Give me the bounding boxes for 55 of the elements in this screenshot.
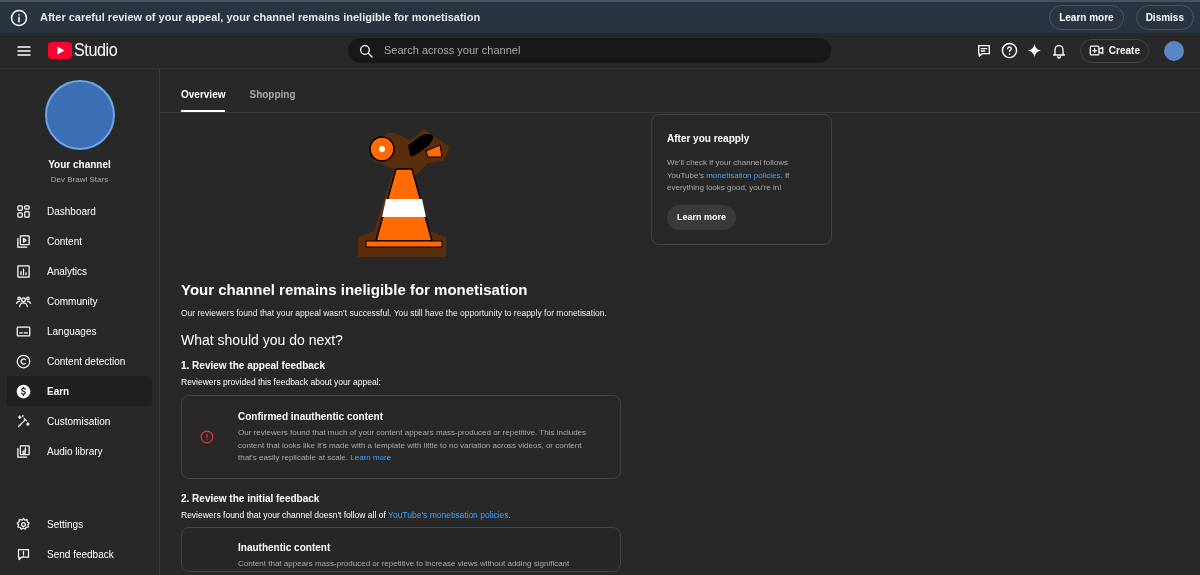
sidebar-item[interactable]: Community bbox=[7, 286, 152, 316]
sidebar-item[interactable]: Analytics bbox=[7, 256, 152, 286]
play-logo-icon bbox=[48, 42, 72, 59]
banner-message: After careful review of your appeal, your channel remains ineligible for monetisation bbox=[40, 10, 482, 26]
sidebar-item[interactable]: Send feedback bbox=[7, 539, 152, 569]
tab[interactable]: Overview bbox=[181, 87, 226, 112]
alert-icon bbox=[200, 429, 214, 444]
card-text: We'll check if your channel follows YouTube's monetisation policies. If everything looks good, you're in! bbox=[667, 157, 791, 194]
video-plus-icon bbox=[1088, 43, 1104, 58]
info-icon bbox=[10, 8, 28, 27]
dollar-icon bbox=[16, 383, 31, 399]
sidebar-item[interactable]: Audio library bbox=[7, 436, 152, 466]
channel-name: Dev Brawl Stars bbox=[50, 174, 109, 186]
policies-link[interactable]: YouTube's monetisation policies bbox=[388, 509, 509, 520]
card-title: Confirmed inauthentic content bbox=[238, 410, 384, 424]
sidebar-item[interactable]: Customisation bbox=[7, 406, 152, 436]
search-bar[interactable]: Search across your channel bbox=[348, 38, 831, 63]
search-field[interactable]: Search across your channel bbox=[384, 42, 821, 59]
section-heading: What should you do next? bbox=[181, 331, 344, 351]
card-title: Inauthentic content bbox=[238, 541, 332, 556]
sparkle-icon[interactable] bbox=[1026, 43, 1042, 58]
card-title: After you reapply bbox=[667, 132, 751, 146]
page-subtitle: Our reviewers found that your appeal wasn't successful. You still have the opportunity to reapply for monetisation. bbox=[181, 306, 608, 320]
sidebar-item[interactable]: Languages bbox=[7, 316, 152, 346]
avatar[interactable] bbox=[1164, 40, 1184, 61]
learn-more-button[interactable]: Learn more bbox=[667, 204, 737, 230]
subtitles-icon bbox=[16, 323, 31, 339]
feedback-icon[interactable] bbox=[975, 42, 992, 59]
tab[interactable]: Shopping bbox=[249, 87, 296, 112]
video-library-icon bbox=[16, 233, 31, 249]
sidebar-item[interactable]: Content bbox=[7, 226, 152, 256]
card-text: Content that appears mass-produced or repetitive to increase views without adding significant bbox=[238, 558, 571, 571]
step-heading: 2. Review the initial feedback bbox=[181, 491, 321, 506]
channel-title: Your channel bbox=[48, 158, 111, 172]
card-text: Our reviewers found that much of your content appears mass-produced or repetitive. This includes content that looks like it's made with a template with little to no variation across videos, or content that's easily replicable at scale. Learn more bbox=[238, 427, 588, 464]
step-description: Reviewers provided this feedback about your appeal: bbox=[181, 376, 382, 389]
sidebar-item[interactable]: Content detection bbox=[7, 346, 152, 376]
sidebar-item[interactable]: Earn bbox=[7, 376, 152, 406]
sidebar-item[interactable]: Dashboard bbox=[7, 196, 152, 226]
search-icon bbox=[358, 42, 374, 59]
sidebar-item[interactable]: Settings bbox=[7, 509, 152, 539]
copyright-icon bbox=[16, 353, 31, 369]
page-title: Your channel remains ineligible for monetisation bbox=[181, 280, 529, 300]
settings-icon bbox=[16, 516, 31, 532]
feedback-icon bbox=[16, 546, 31, 562]
step-description: Reviewers found that your channel doesn't follow all of YouTube's monetisation policies. bbox=[181, 508, 512, 522]
analytics-icon bbox=[16, 263, 31, 279]
step-heading: 1. Review the appeal feedback bbox=[181, 359, 326, 374]
studio-logo[interactable]: Studio bbox=[48, 36, 348, 65]
magic-wand-icon bbox=[16, 413, 31, 429]
dashboard-icon bbox=[16, 203, 31, 219]
bell-icon[interactable] bbox=[1050, 42, 1067, 59]
music-library-icon bbox=[16, 443, 31, 459]
learn-more-link[interactable]: Learn more bbox=[350, 453, 392, 462]
help-icon[interactable] bbox=[1000, 42, 1018, 59]
